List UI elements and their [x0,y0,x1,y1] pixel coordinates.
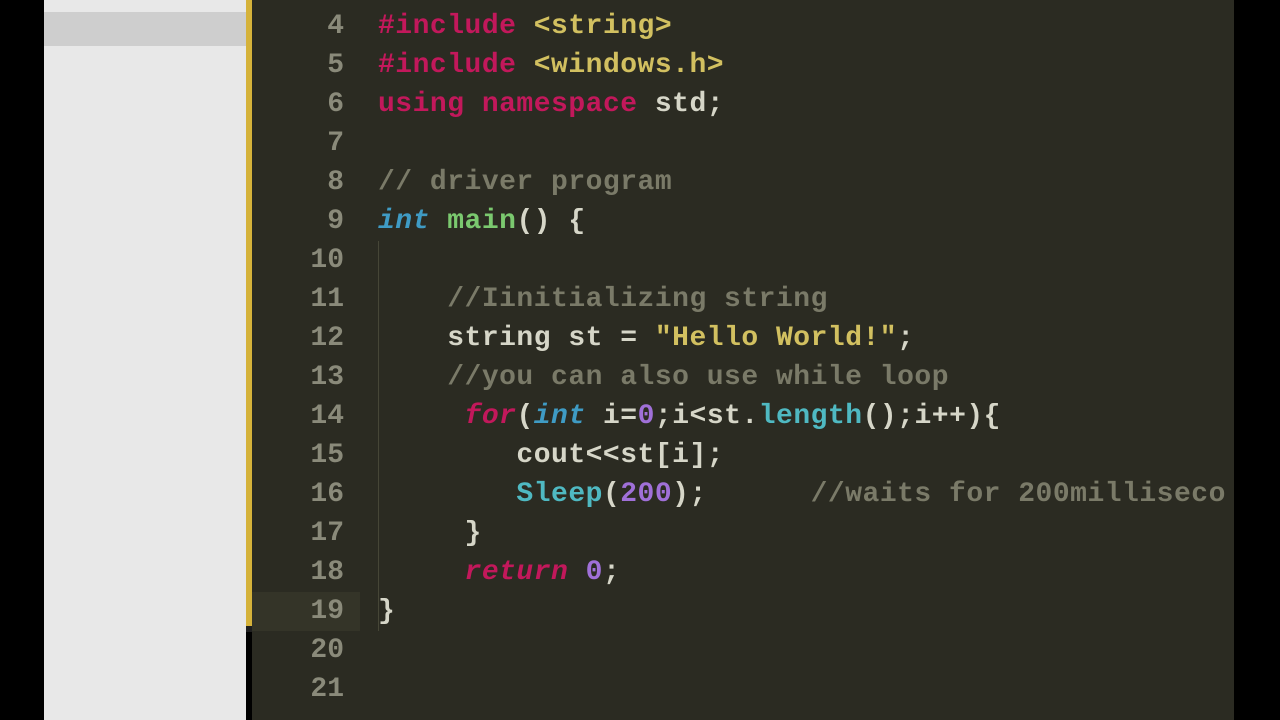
line-number: 6 [327,89,344,120]
line-number: 18 [310,557,344,588]
gutter-row[interactable]: 15 [252,436,360,475]
code-line-text: #include <windows.h> [378,50,724,81]
line-number: 15 [310,440,344,471]
code-line-text: using namespace std; [378,89,724,120]
line-number: 9 [327,206,344,237]
gutter-row[interactable]: 19 [252,592,360,631]
gutter-row[interactable]: 18 [252,553,360,592]
gutter-row[interactable]: 7 [252,124,360,163]
gutter-row[interactable]: 21 [252,670,360,709]
gutter-row[interactable]: 20 [252,631,360,670]
gutter-row[interactable]: 11 [252,280,360,319]
line-number: 8 [327,167,344,198]
editor-frame: 4 5 6 7 8 9 10 11 12 13 14 15 16 17 18 19 20 21 #include … [0,0,1280,720]
line-number-gutter[interactable]: 4 5 6 7 8 9 10 11 12 13 14 15 16 17 18 19 20 21 [252,0,360,720]
line-number: 4 [327,11,344,42]
line-number: 20 [310,635,344,666]
code-editor[interactable]: 4 5 6 7 8 9 10 11 12 13 14 15 16 17 18 19 20 21 #include … [252,0,1234,720]
line-number: 12 [310,323,344,354]
line-number: 16 [310,479,344,510]
line-number: 19 [310,596,344,627]
code-line[interactable]: return 0; [360,553,1234,592]
sidebar-panel[interactable] [44,0,246,720]
code-line[interactable]: cout<<st[i]; [360,436,1234,475]
code-line-text: for(int i=0;i<st.length();i++){ [378,401,1001,432]
gutter-row[interactable]: 13 [252,358,360,397]
code-line-text: } [378,518,482,549]
code-line[interactable]: Sleep(200); //waits for 200milliseco [360,475,1234,514]
gutter-row[interactable]: 6 [252,85,360,124]
code-line-text: cout<<st[i]; [378,440,724,471]
line-number: 13 [310,362,344,393]
indent-guide [378,241,379,280]
code-line-text: // driver program [378,167,672,198]
gutter-row[interactable]: 8 [252,163,360,202]
code-line-text: //you can also use while loop [378,362,949,393]
gutter-row[interactable]: 5 [252,46,360,85]
code-line[interactable]: //you can also use while loop [360,358,1234,397]
code-line[interactable]: } [360,592,1234,631]
line-number: 17 [310,518,344,549]
code-line[interactable] [360,631,1234,670]
code-line-text: string st = "Hello World!"; [378,323,914,354]
code-line-text: } [378,596,395,627]
code-line[interactable]: //Iinitializing string [360,280,1234,319]
gutter-row[interactable]: 17 [252,514,360,553]
code-line[interactable]: using namespace std; [360,85,1234,124]
code-line[interactable]: int main() { [360,202,1234,241]
code-line-text: #include <string> [378,11,672,42]
gutter-row[interactable]: 10 [252,241,360,280]
code-line[interactable] [360,670,1234,709]
line-number: 7 [327,128,344,159]
code-line[interactable]: string st = "Hello World!"; [360,319,1234,358]
gutter-row[interactable]: 16 [252,475,360,514]
line-number: 21 [310,674,344,705]
line-number: 11 [310,284,344,315]
line-number: 5 [327,50,344,81]
code-line-text: //Iinitializing string [378,284,828,315]
code-line-text: Sleep(200); //waits for 200milliseco [378,479,1226,510]
code-line[interactable]: // driver program [360,163,1234,202]
code-text-area[interactable]: #include <string> #include <windows.h> usi… [360,0,1234,720]
sidebar-selection [44,12,246,46]
line-number: 10 [310,245,344,276]
code-line[interactable]: for(int i=0;i<st.length();i++){ [360,397,1234,436]
gutter-row[interactable]: 14 [252,397,360,436]
code-line-text: int main() { [378,206,586,237]
code-line[interactable]: } [360,514,1234,553]
gutter-row[interactable]: 9 [252,202,360,241]
code-line-text: return 0; [378,557,620,588]
gutter-row[interactable]: 12 [252,319,360,358]
code-line[interactable]: #include <windows.h> [360,46,1234,85]
code-line[interactable]: #include <string> [360,7,1234,46]
gutter-row[interactable]: 4 [252,7,360,46]
line-number: 14 [310,401,344,432]
code-line[interactable] [360,241,1234,280]
code-line[interactable] [360,124,1234,163]
